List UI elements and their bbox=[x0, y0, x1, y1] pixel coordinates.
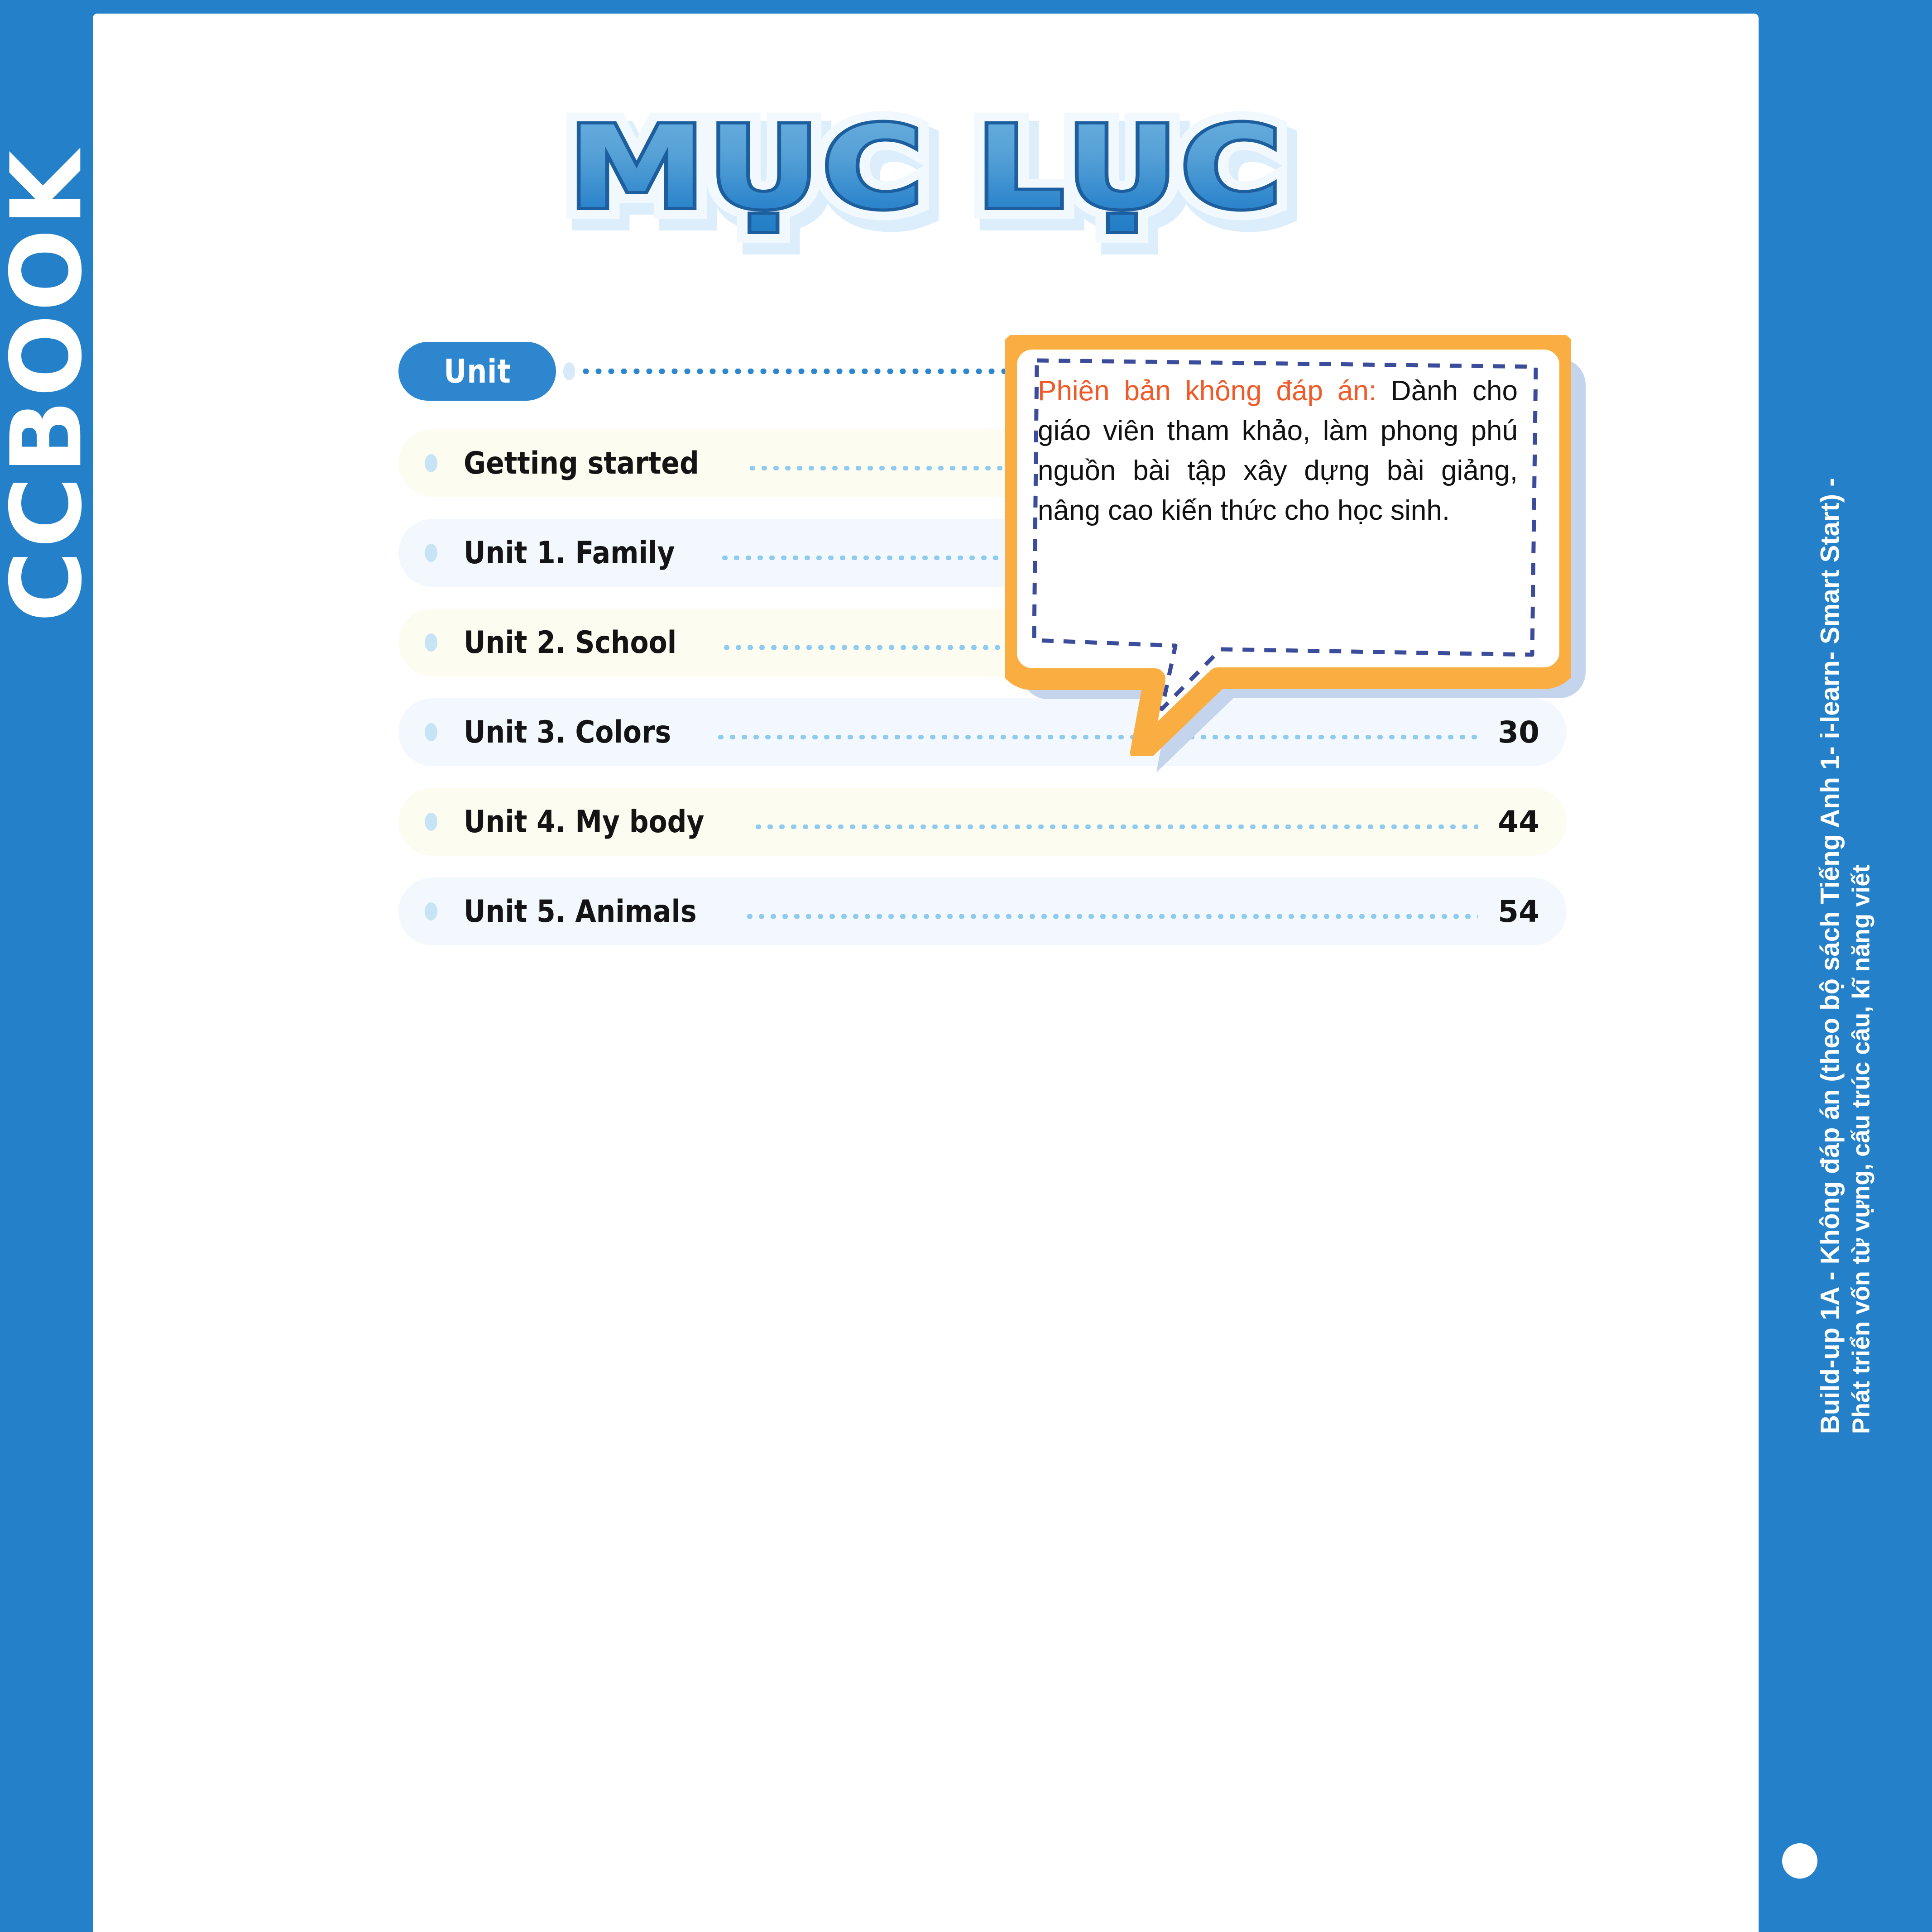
toc-row-leader bbox=[753, 825, 1478, 829]
brand-logo-text: CCBOOK bbox=[0, 148, 103, 622]
bullet-icon bbox=[425, 723, 437, 741]
spine-dot-icon bbox=[1782, 1843, 1817, 1879]
spine-caption-line-2: Phát triển vốn từ vựng, cấu trúc câu, kĩ… bbox=[1847, 865, 1874, 1434]
toc-row-leader bbox=[743, 914, 1478, 919]
spine-caption-line-1: Build-up 1A - Không đáp án (theo bộ sách… bbox=[1815, 478, 1845, 1434]
toc-row-label: Getting started bbox=[464, 445, 699, 481]
callout-lead-text: Phiên bản không đáp án: bbox=[1038, 375, 1377, 407]
toc-row-label: Unit 3. Colors bbox=[464, 714, 671, 750]
right-spine-rail: Build-up 1A - Không đáp án (theo bộ sách… bbox=[1759, 0, 1932, 1932]
callout-text: Phiên bản không đáp án: Dành cho giáo vi… bbox=[1038, 371, 1518, 531]
toc-row-page: 54 bbox=[1498, 894, 1539, 929]
spine-caption: Build-up 1A - Không đáp án (theo bộ sách… bbox=[1759, 0, 1932, 1757]
toc-row-unit-5[interactable]: Unit 5. Animals 54 bbox=[398, 877, 1567, 945]
toc-row-unit-4[interactable]: Unit 4. My body 44 bbox=[398, 788, 1567, 856]
toc-header-dot-icon bbox=[563, 362, 575, 380]
bullet-icon bbox=[425, 902, 437, 920]
callout-bubble: Phiên bản không đáp án: Dành cho giáo vi… bbox=[1005, 335, 1598, 783]
toc-row-label: Unit 2. School bbox=[464, 624, 677, 661]
bullet-icon bbox=[425, 454, 437, 472]
brand-logo: CCBOOK bbox=[0, 0, 103, 770]
toc-row-label: Unit 5. Animals bbox=[464, 893, 697, 930]
unit-badge-label: Unit bbox=[443, 352, 511, 390]
title-fill-layer: MỤC LỤC bbox=[512, 97, 1340, 239]
bullet-icon bbox=[425, 544, 437, 562]
toc-row-label: Unit 4. My body bbox=[464, 804, 705, 840]
bullet-icon bbox=[425, 813, 437, 831]
page-content-area bbox=[93, 14, 1759, 1932]
title-graphic: MỤC LỤC MỤC LỤC MỤC LỤC MỤC LỤC bbox=[553, 90, 1306, 257]
toc-row-page: 44 bbox=[1498, 804, 1539, 839]
toc-row-label: Unit 1. Family bbox=[464, 535, 675, 571]
unit-badge[interactable]: Unit bbox=[398, 342, 556, 401]
page-root: CCBOOK MỤC LỤC MỤC LỤC MỤC LỤC MỤC LỤC U… bbox=[0, 0, 1932, 1932]
left-brand-rail: CCBOOK bbox=[0, 0, 103, 1932]
page-title: MỤC LỤC MỤC LỤC MỤC LỤC MỤC LỤC bbox=[93, 90, 1759, 257]
bullet-icon bbox=[425, 633, 437, 652]
